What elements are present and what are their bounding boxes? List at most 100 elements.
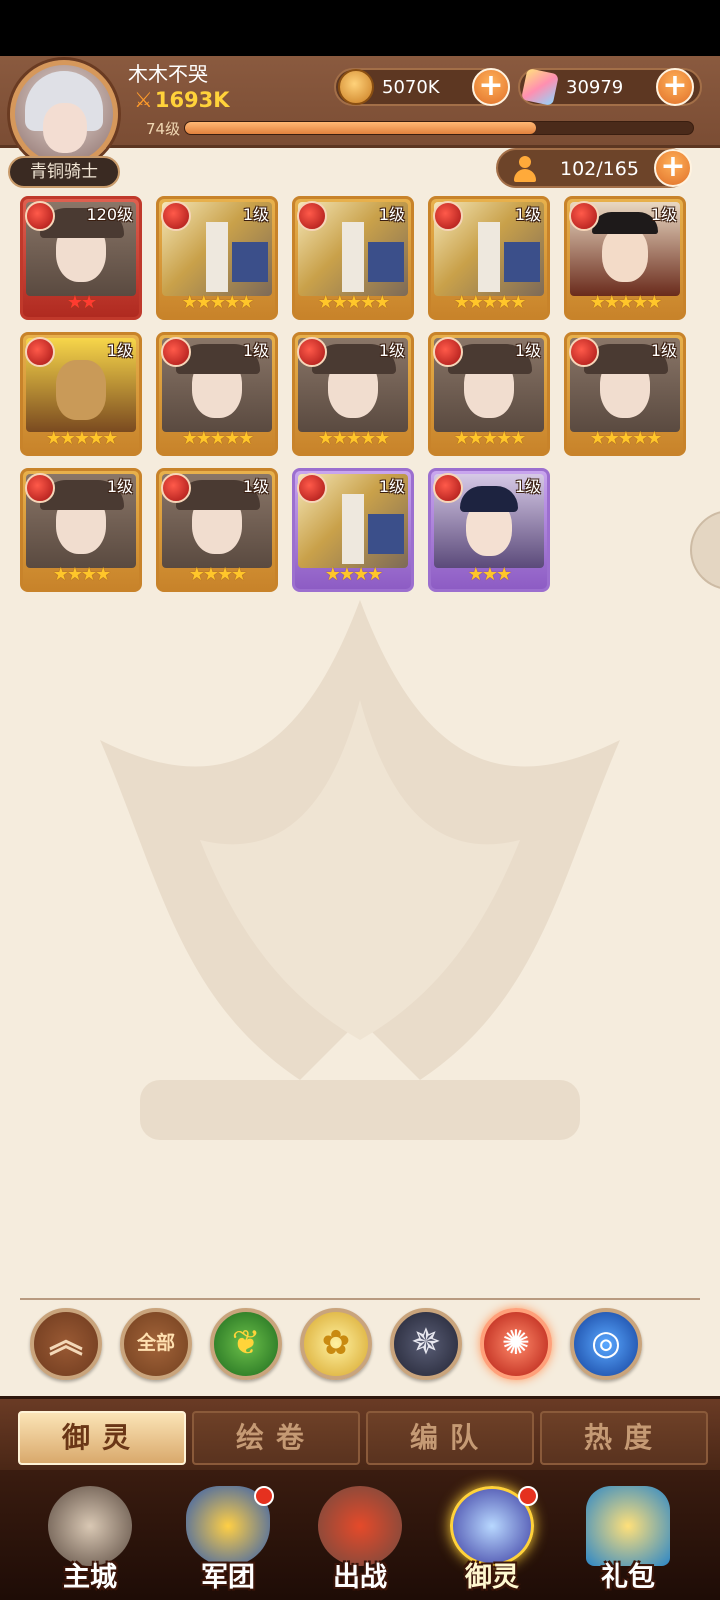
filter-light-icon[interactable]: ✿ bbox=[300, 1308, 372, 1380]
side-drawer-handle[interactable] bbox=[690, 510, 720, 590]
fire-element-icon bbox=[297, 201, 327, 231]
fire-element-icon bbox=[433, 201, 463, 231]
hero-level: 1级 bbox=[106, 477, 133, 496]
star-icon: ★ bbox=[589, 428, 606, 449]
star-icon: ★ bbox=[217, 564, 233, 585]
hero-stars: ★★★★ bbox=[159, 564, 275, 585]
fire-element-icon bbox=[569, 201, 599, 231]
fire-element-icon bbox=[25, 201, 55, 231]
hero-level: 1级 bbox=[514, 341, 541, 360]
star-icon: ★ bbox=[338, 564, 355, 585]
hero-capacity-value: 102/165 bbox=[560, 158, 639, 180]
nav-yuling-label: 御灵 bbox=[465, 1562, 519, 1593]
star-icon: ★ bbox=[102, 428, 118, 449]
star-icon: ★ bbox=[188, 564, 205, 585]
hero-stars: ★★★★ bbox=[23, 564, 139, 585]
add-capacity-button[interactable]: + bbox=[654, 149, 692, 187]
fire-element-icon bbox=[433, 337, 463, 367]
hero-card[interactable]: 1级 ★★★★★ bbox=[156, 332, 278, 456]
tab-biandui[interactable]: 编队 bbox=[366, 1411, 534, 1465]
hero-stars: ★★★★★ bbox=[159, 428, 275, 449]
add-gems-button[interactable]: + bbox=[656, 68, 694, 106]
rank-badge: 青铜骑士 bbox=[8, 156, 120, 188]
hero-card[interactable]: 1级 ★★★★ bbox=[156, 468, 278, 592]
hero-card[interactable]: 1级 ★★★★ bbox=[292, 468, 414, 592]
star-icon: ★ bbox=[209, 292, 226, 313]
star-icon: ★ bbox=[496, 292, 512, 313]
star-icon: ★ bbox=[603, 292, 620, 313]
tab-huijuan[interactable]: 绘卷 bbox=[192, 1411, 360, 1465]
star-icon: ★ bbox=[195, 292, 212, 313]
hero-card[interactable]: 1级 ★★★★ bbox=[20, 468, 142, 592]
fire-element-icon bbox=[161, 201, 191, 231]
hero-card[interactable]: 1级 ★★★ bbox=[428, 468, 550, 592]
star-icon: ★ bbox=[181, 292, 198, 313]
star-icon: ★ bbox=[510, 292, 526, 313]
nav-legion-label: 军团 bbox=[201, 1562, 255, 1593]
nav-battle[interactable]: 出战 bbox=[300, 1478, 420, 1596]
filter-fire-icon[interactable]: ✺ bbox=[480, 1308, 552, 1380]
filter-water-icon[interactable]: ◎ bbox=[570, 1308, 642, 1380]
hero-card[interactable]: 1级 ★★★★★ bbox=[428, 332, 550, 456]
hero-card[interactable]: 1级 ★★★★★ bbox=[292, 196, 414, 320]
nav-yuling[interactable]: 御灵 bbox=[432, 1478, 552, 1596]
hero-level: 1级 bbox=[514, 205, 541, 224]
hero-stars: ★★★★★ bbox=[567, 292, 683, 313]
hero-card[interactable]: 1级 ★★★★★ bbox=[20, 332, 142, 456]
star-icon: ★ bbox=[453, 292, 470, 313]
combat-power: ⚔1693K bbox=[134, 88, 230, 112]
hero-stars: ★★★★★ bbox=[431, 428, 547, 449]
exp-bar-fill bbox=[185, 122, 536, 134]
nav-gift-label: 礼包 bbox=[601, 1562, 655, 1593]
avatar-face bbox=[43, 103, 87, 153]
player-avatar[interactable] bbox=[10, 60, 118, 168]
filter-dark-icon[interactable]: ✵ bbox=[390, 1308, 462, 1380]
star-icon: ★ bbox=[467, 428, 484, 449]
hero-card[interactable]: 120级 ★★ bbox=[20, 196, 142, 320]
hero-card[interactable]: 1级 ★★★★★ bbox=[428, 196, 550, 320]
hero-card[interactable]: 1级 ★★★★★ bbox=[564, 196, 686, 320]
hero-level: 1级 bbox=[242, 205, 269, 224]
star-icon: ★ bbox=[360, 292, 376, 313]
hero-card[interactable]: 1级 ★★★★★ bbox=[156, 196, 278, 320]
exp-bar bbox=[184, 121, 694, 135]
collapse-filter-button[interactable]: ︽ bbox=[30, 1308, 102, 1380]
hero-card[interactable]: 1级 ★★★★★ bbox=[564, 332, 686, 456]
hero-card[interactable]: 1级 ★★★★★ bbox=[292, 332, 414, 456]
star-icon: ★ bbox=[345, 428, 362, 449]
star-icon: ★ bbox=[181, 428, 198, 449]
hero-stars: ★★★★★ bbox=[159, 292, 275, 313]
nav-gift[interactable]: 礼包 bbox=[568, 1478, 688, 1596]
nav-legion[interactable]: 军团 bbox=[168, 1478, 288, 1596]
filter-nature-icon[interactable]: ❦ bbox=[210, 1308, 282, 1380]
hero-level: 1级 bbox=[650, 205, 677, 224]
hero-stars: ★★★★★ bbox=[295, 292, 411, 313]
background-emblem bbox=[100, 600, 620, 1140]
star-icon: ★ bbox=[331, 292, 348, 313]
hero-stars: ★★★★★ bbox=[567, 428, 683, 449]
hero-level: 1级 bbox=[242, 341, 269, 360]
fire-element-icon bbox=[433, 473, 463, 503]
star-icon: ★ bbox=[632, 428, 648, 449]
star-icon: ★ bbox=[496, 564, 512, 585]
star-icon: ★ bbox=[510, 428, 526, 449]
star-icon: ★ bbox=[496, 428, 512, 449]
add-gold-button[interactable]: + bbox=[472, 68, 510, 106]
fire-element-icon bbox=[297, 337, 327, 367]
tab-yuling[interactable]: 御灵 bbox=[18, 1411, 186, 1465]
star-icon: ★ bbox=[195, 428, 212, 449]
fire-element-icon bbox=[297, 473, 327, 503]
star-icon: ★ bbox=[238, 428, 254, 449]
star-icon: ★ bbox=[81, 564, 97, 585]
filter-all-button[interactable]: 全部 bbox=[120, 1308, 192, 1380]
nav-main-city[interactable]: 主城 bbox=[30, 1478, 150, 1596]
bottom-nav: 主城 军团 出战 御灵 礼包 bbox=[0, 1470, 720, 1600]
tab-redu[interactable]: 热度 bbox=[540, 1411, 708, 1465]
star-icon: ★ bbox=[360, 428, 376, 449]
star-icon: ★ bbox=[209, 428, 226, 449]
notification-dot bbox=[518, 1486, 538, 1506]
gift-shop-icon bbox=[586, 1486, 670, 1566]
star-icon: ★ bbox=[453, 428, 470, 449]
star-icon: ★ bbox=[59, 428, 76, 449]
star-icon: ★ bbox=[345, 292, 362, 313]
